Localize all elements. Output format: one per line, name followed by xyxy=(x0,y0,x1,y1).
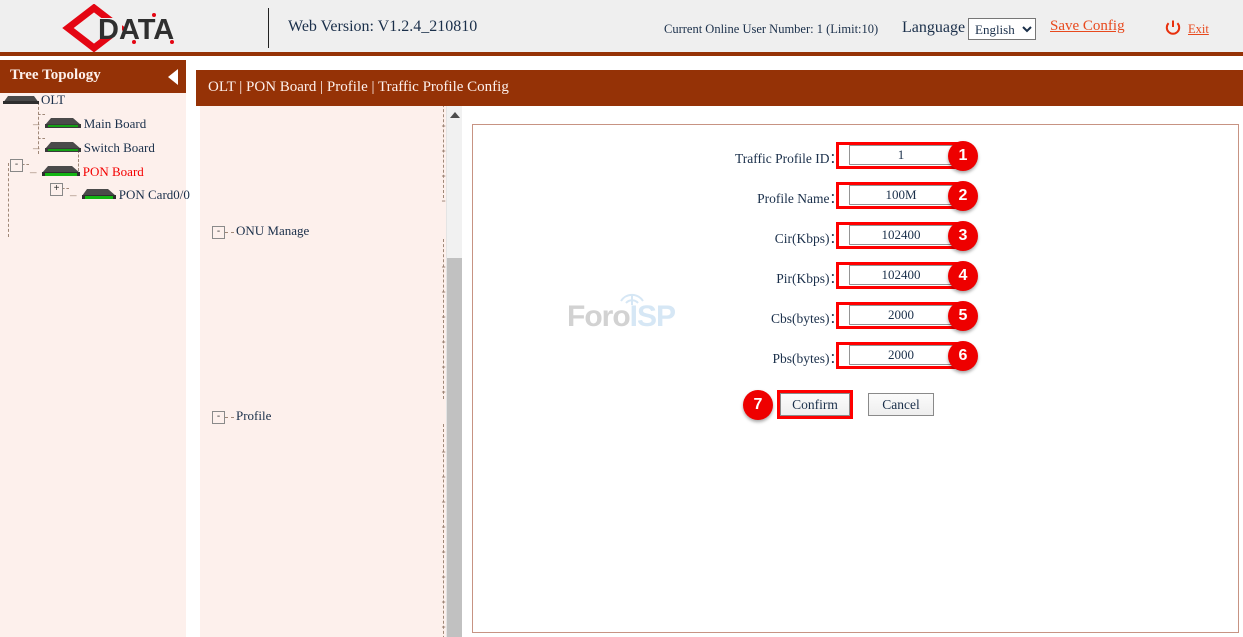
input-cbs[interactable] xyxy=(849,305,953,325)
tree-topology-header: Tree Topology xyxy=(0,60,186,93)
step-badge-1: 1 xyxy=(948,141,978,171)
input-traffic-profile-id[interactable] xyxy=(849,145,953,165)
device-chassis-icon xyxy=(2,92,40,110)
device-chassis-icon xyxy=(80,187,118,205)
input-profile-name[interactable] xyxy=(849,185,953,205)
step-badge-6: 6 xyxy=(948,341,978,371)
breadcrumb: OLT | PON Board | Profile | Traffic Prof… xyxy=(208,79,509,96)
language-label: Language xyxy=(902,19,965,37)
label-cbs: Cbs(bytes)： xyxy=(771,307,843,327)
label-pir: Pir(Kbps)： xyxy=(776,267,843,287)
tree-node-label: Main Board xyxy=(84,116,146,131)
tree-node-label: OLT xyxy=(41,92,65,107)
tree-connector xyxy=(62,188,69,190)
form-row-pbs: Pbs(bytes)： xyxy=(723,345,843,367)
scrollbar-thumb[interactable] xyxy=(447,258,462,637)
watermark-text-left: Foro xyxy=(567,300,630,333)
exit-link[interactable]: Exit xyxy=(1188,22,1209,37)
menu-connector xyxy=(225,417,234,419)
tree-connector xyxy=(22,164,29,166)
form-row-cir: Cir(Kbps)： xyxy=(723,225,843,247)
menu-connector xyxy=(225,232,234,234)
online-user-count: Current Online User Number: 1 (Limit:10) xyxy=(664,22,878,37)
tree-node-label: PON Board xyxy=(83,164,144,179)
tree-node-pon-card-0-0[interactable]: – PON Card0/0 xyxy=(70,186,190,204)
label-pbs: Pbs(bytes)： xyxy=(773,347,844,367)
tree-connector xyxy=(8,163,10,237)
step-badge-3: 3 xyxy=(948,221,978,251)
tree-branch-dash: – xyxy=(33,140,40,155)
confirm-button[interactable]: Confirm xyxy=(780,393,850,416)
language-select[interactable]: English xyxy=(968,18,1036,40)
header-divider xyxy=(268,8,269,48)
label-cir: Cir(Kbps)： xyxy=(775,227,843,247)
device-chassis-icon xyxy=(43,140,83,158)
svg-text:DATA: DATA xyxy=(98,14,174,46)
scroll-up-arrow-icon[interactable] xyxy=(450,112,460,118)
label-profile-name: Profile Name： xyxy=(757,187,843,207)
web-version-label: Web Version: V1.2.4_210810 xyxy=(288,18,477,36)
power-icon[interactable] xyxy=(1164,19,1182,37)
cancel-button[interactable]: Cancel xyxy=(868,393,934,416)
step-badge-2: 2 xyxy=(948,181,978,211)
form-row-cbs: Cbs(bytes)： xyxy=(723,305,843,327)
tree-branch-dash: – xyxy=(70,187,77,202)
input-pbs[interactable] xyxy=(849,345,953,365)
menu-toggle-onu-manage[interactable]: - xyxy=(212,226,225,239)
input-pir[interactable] xyxy=(849,265,953,285)
tree-topology-title: Tree Topology xyxy=(10,67,101,84)
tree-node-pon-board[interactable]: – PON Board xyxy=(30,163,144,181)
step-badge-5: 5 xyxy=(948,301,978,331)
save-config-link[interactable]: Save Config xyxy=(1050,18,1125,35)
foroisp-watermark: ForoISP xyxy=(567,300,675,334)
collapse-sidebar-icon[interactable] xyxy=(168,69,178,85)
device-chassis-icon xyxy=(40,164,82,183)
tree-node-label: Switch Board xyxy=(84,140,155,155)
tree-topology-body: OLT – Main Board – Switch Bo xyxy=(0,93,186,637)
tree-node-main-board[interactable]: – Main Board xyxy=(33,115,146,133)
tree-toggle-pon-board[interactable]: - xyxy=(10,159,23,172)
app-header: DATA Web Version: V1.2.4_210810 Current … xyxy=(0,0,1243,56)
cdata-logo: DATA xyxy=(62,4,202,52)
watermark-text-right: ISP xyxy=(630,300,675,333)
form-row-profile-name: Profile Name： xyxy=(723,185,843,207)
menu-scrollbar[interactable] xyxy=(446,106,462,637)
tree-node-label: PON Card0/0 xyxy=(119,187,190,202)
input-cir[interactable] xyxy=(849,225,953,245)
menu-toggle-profile[interactable]: - xyxy=(212,411,225,424)
menu-group-profile[interactable]: Profile xyxy=(236,408,271,424)
content-panel: ForoISP Traffic Profile ID： 1 Profile Na… xyxy=(472,124,1239,633)
breadcrumb-bar: OLT | PON Board | Profile | Traffic Prof… xyxy=(196,70,1243,106)
step-badge-4: 4 xyxy=(948,261,978,291)
tree-toggle-pon-card[interactable]: + xyxy=(50,183,63,196)
device-chassis-icon xyxy=(43,116,83,134)
tree-topology-panel: Tree Topology OLT – xyxy=(0,60,186,637)
form-row-traffic-profile-id: Traffic Profile ID： xyxy=(723,145,843,167)
tree-branch-dash: – xyxy=(33,116,40,131)
tree-node-switch-board[interactable]: – Switch Board xyxy=(33,139,155,157)
label-traffic-profile-id: Traffic Profile ID： xyxy=(735,147,843,167)
tree-node-olt[interactable]: OLT xyxy=(2,91,65,109)
tree-branch-dash: – xyxy=(30,164,37,179)
navigation-menu-panel: --- Port Extend Config --- Port Rate Lim… xyxy=(200,106,462,637)
menu-group-onu-manage[interactable]: ONU Manage xyxy=(236,223,309,239)
form-row-pir: Pir(Kbps)： xyxy=(723,265,843,287)
step-badge-7: 7 xyxy=(743,390,773,420)
